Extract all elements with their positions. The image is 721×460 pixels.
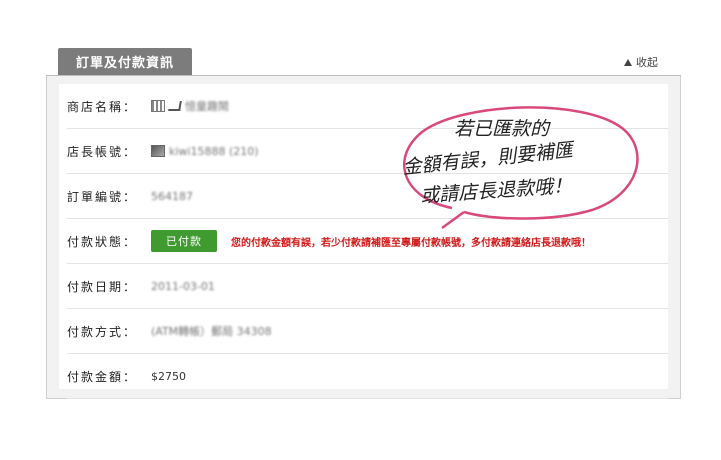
paid-status-button[interactable]: 已付款	[151, 230, 217, 252]
cart-icon	[168, 101, 182, 111]
order-number-label: 訂單編號：	[67, 189, 138, 204]
payment-warning-text: 您的付款金額有誤，若少付款請補匯至專屬付款帳號，多付款請連絡店長退款哦！	[231, 237, 591, 249]
payment-date-value: 2011-03-01	[151, 279, 215, 293]
order-payment-info-tab[interactable]: 訂單及付款資訊	[58, 48, 192, 75]
payment-date-label: 付款日期：	[67, 279, 138, 294]
avatar-icon	[151, 145, 165, 157]
payment-method-label: 付款方式：	[67, 324, 138, 339]
annotation-callout: 若已匯款的 金額有誤，則要補匯 或請店長退款哦！	[382, 98, 644, 230]
callout-line-1: 若已匯款的	[454, 118, 550, 140]
store-name-value: 憶童趣鬧	[151, 98, 229, 114]
payment-amount-label: 付款金額：	[67, 369, 138, 384]
collapse-button[interactable]: 收起	[624, 54, 658, 70]
row-payment-date: 付款日期： 2011-03-01	[67, 264, 668, 309]
collapse-label: 收起	[636, 56, 658, 69]
payment-status-label: 付款狀態：	[67, 234, 138, 249]
store-icon	[151, 100, 165, 112]
store-name-text[interactable]: 憶童趣鬧	[185, 98, 229, 114]
owner-account-value: kiwi15888 (210)	[151, 145, 259, 158]
owner-account-text[interactable]: kiwi15888 (210)	[169, 145, 259, 158]
row-payment-amount: 付款金額： $2750	[67, 354, 668, 399]
payment-amount-value: $2750	[151, 369, 186, 383]
payment-method-value: (ATM轉帳）郵局 34308	[151, 325, 272, 338]
triangle-up-icon	[624, 58, 632, 66]
order-number-value: 564187	[151, 189, 193, 203]
row-payment-method: 付款方式： (ATM轉帳）郵局 34308	[67, 309, 668, 354]
owner-account-label: 店長帳號：	[67, 144, 138, 159]
store-name-label: 商店名稱：	[67, 99, 138, 114]
